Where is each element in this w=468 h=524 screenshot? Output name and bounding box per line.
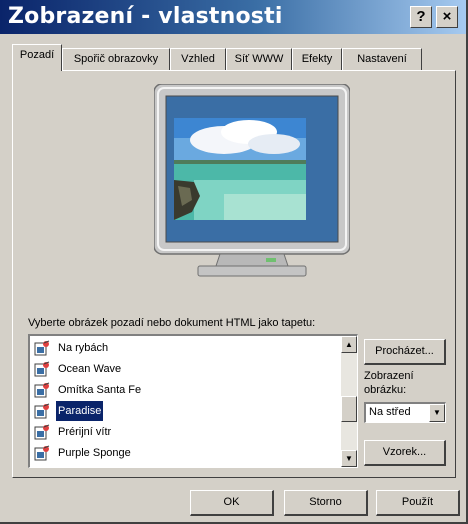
browse-button[interactable]: Procházet... [364,339,446,365]
display-mode-label-line1: Zobrazení [364,370,414,382]
bmp-file-icon [34,403,50,419]
triangle-down-icon: ▼ [345,454,353,463]
cancel-button[interactable]: Storno [284,490,368,516]
bmp-file-icon [34,424,50,440]
help-button[interactable]: ? [410,6,432,28]
display-mode-value: Na střed [369,406,411,418]
close-button[interactable]: × [436,6,458,28]
tab-pozadi[interactable]: Pozadí [12,44,62,71]
display-properties-window: Zobrazení - vlastnosti ? × Pozadí Spořič… [0,0,468,524]
bmp-file-icon [34,445,50,461]
tab-vzhled[interactable]: Vzhled [170,48,226,70]
wallpaper-preview-image [174,118,306,220]
display-mode-select[interactable]: Na střed ▼ [364,402,446,423]
wallpaper-list-scrollbar[interactable]: ▲ ▼ [341,336,357,467]
scroll-up-button[interactable]: ▲ [341,336,357,353]
pattern-button[interactable]: Vzorek... [364,440,446,466]
bmp-file-icon [34,361,50,377]
display-mode-label-line2: obrázku: [364,384,407,396]
bmp-file-icon [34,382,50,398]
scroll-thumb[interactable] [341,396,357,422]
title-bar[interactable]: Zobrazení - vlastnosti ? × [0,0,466,34]
monitor-preview [154,84,350,277]
apply-button[interactable]: Použít [376,490,460,516]
tab-sit-www[interactable]: Síť WWW [226,48,292,70]
window-title: Zobrazení - vlastnosti [8,4,283,29]
triangle-up-icon: ▲ [345,340,353,349]
ok-button[interactable]: OK [190,490,274,516]
scroll-down-button[interactable]: ▼ [341,450,357,467]
tab-nastaveni[interactable]: Nastavení [342,48,422,70]
tab-efekty[interactable]: Efekty [292,48,342,70]
bmp-file-icon [34,340,50,356]
wallpaper-list-label: Vyberte obrázek pozadí nebo dokument HTM… [28,317,316,329]
wallpaper-list[interactable]: Na rybách Ocean Wave Omítka Santa Fe Par… [28,334,358,468]
dropdown-arrow-icon[interactable]: ▼ [429,404,445,422]
tab-sporic-obrazovky[interactable]: Spořič obrazovky [62,48,170,70]
